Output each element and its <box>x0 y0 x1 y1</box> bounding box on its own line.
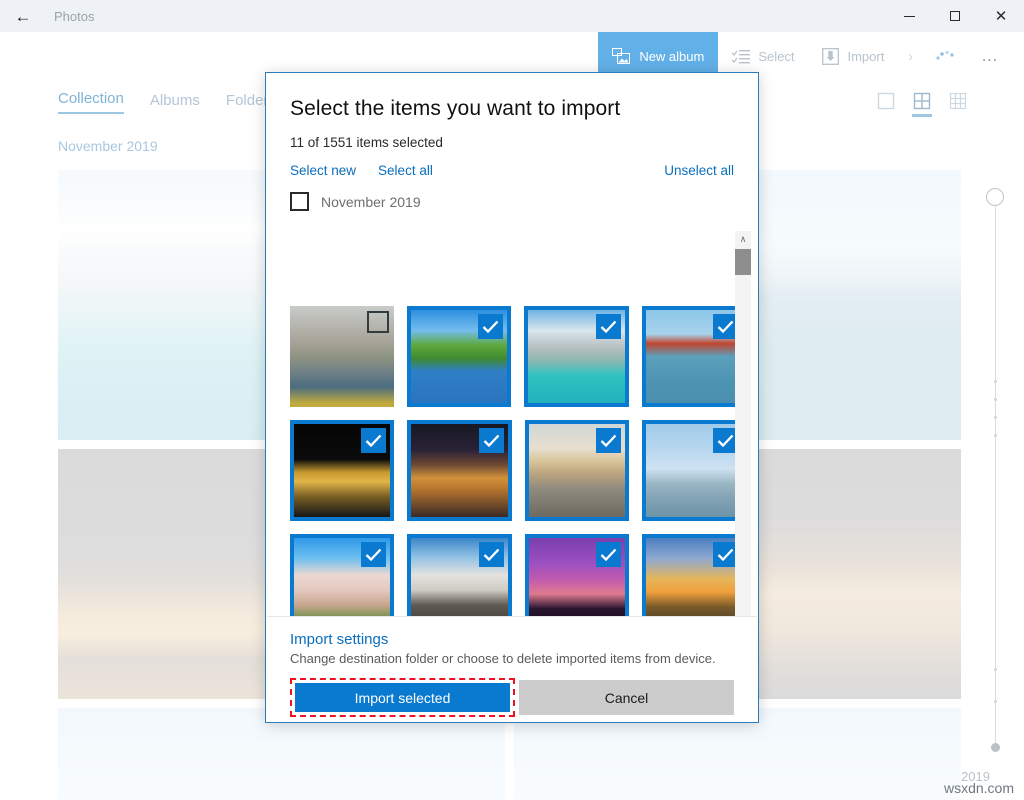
timeline-end-dot[interactable] <box>991 743 1000 752</box>
selection-count: 11 of 1551 items selected <box>290 135 734 150</box>
timeline-track <box>995 194 996 748</box>
thumb-checkbox-checked[interactable] <box>596 542 621 567</box>
scrollbar-thumb[interactable] <box>735 249 751 275</box>
view-small-button[interactable] <box>947 92 969 117</box>
thumb-checkbox-checked[interactable] <box>478 314 503 339</box>
import-label: Import <box>847 49 884 64</box>
collection-date-header: November 2019 <box>58 138 158 154</box>
import-selected-button[interactable]: Import selected <box>295 683 510 712</box>
new-album-icon <box>612 48 631 65</box>
thumb-river-sunset[interactable] <box>525 420 629 521</box>
minimize-icon[interactable] <box>886 0 932 32</box>
new-album-label: New album <box>639 49 704 64</box>
sync-spinner-icon <box>923 49 967 63</box>
app-title: Photos <box>54 9 94 24</box>
import-selected-annotation: Import selected <box>290 678 515 717</box>
thumb-turquoise-bay[interactable] <box>524 306 628 407</box>
select-label: Select <box>758 49 794 64</box>
dialog-button-row: Import selected Cancel <box>290 678 734 717</box>
dialog-title: Select the items you want to import <box>290 97 734 121</box>
thumb-checkbox-checked[interactable] <box>479 542 504 567</box>
dialog-footer: Import settings Change destination folde… <box>267 616 757 721</box>
thumb-paris-hotel-night[interactable] <box>290 420 394 521</box>
view-large-button[interactable] <box>875 92 897 117</box>
import-dialog: Select the items you want to import 11 o… <box>265 72 759 723</box>
timeline-handle[interactable] <box>986 188 1004 206</box>
tab-albums[interactable]: Albums <box>150 92 200 114</box>
dialog-header: Select the items you want to import 11 o… <box>266 73 758 178</box>
overflow-menu-button[interactable]: … <box>967 46 1014 66</box>
window-controls: ✕ <box>886 0 1024 32</box>
timeline-tick <box>994 398 997 401</box>
import-icon <box>822 48 839 65</box>
thumb-lake-hillside[interactable] <box>407 306 511 407</box>
thumb-checkbox-checked[interactable] <box>596 428 621 453</box>
import-settings-link[interactable]: Import settings <box>290 631 734 648</box>
timeline-tick <box>994 416 997 419</box>
thumb-checkbox-checked[interactable] <box>361 428 386 453</box>
group-label: November 2019 <box>321 194 421 210</box>
thumb-checkbox-checked[interactable] <box>596 314 621 339</box>
chevron-right-icon[interactable]: › <box>898 48 923 64</box>
back-arrow-icon[interactable]: ← <box>0 0 46 32</box>
nav-tabs: Collection Albums Folders <box>58 90 276 114</box>
cancel-button[interactable]: Cancel <box>519 680 734 715</box>
view-medium-button[interactable] <box>911 92 933 117</box>
import-button[interactable]: Import <box>808 32 898 80</box>
select-new-link[interactable]: Select new <box>290 163 356 178</box>
thumbnail-row <box>290 306 746 407</box>
timeline-tick <box>994 380 997 383</box>
timeline-tick <box>994 700 997 703</box>
thumb-checkbox-checked[interactable] <box>361 542 386 567</box>
thumb-vegas-strip-night[interactable] <box>407 420 511 521</box>
maximize-icon[interactable] <box>932 0 978 32</box>
thumb-golden-gate-bridge[interactable] <box>642 306 746 407</box>
view-mode-switcher <box>875 92 969 117</box>
tab-collection[interactable]: Collection <box>58 90 124 114</box>
photos-app-window: ← Photos ✕ New album <box>0 0 1024 800</box>
timeline-tick <box>994 668 997 671</box>
unselect-all-link[interactable]: Unselect all <box>664 163 734 178</box>
timeline-tick <box>994 434 997 437</box>
scroll-up-icon[interactable]: ∧ <box>735 231 751 247</box>
select-all-link[interactable]: Select all <box>378 163 433 178</box>
title-bar: ← Photos ✕ <box>0 0 1024 32</box>
watermark: wsxdn.com <box>944 780 1014 796</box>
group-header-november-2019[interactable]: November 2019 <box>266 178 758 211</box>
thumb-village-river[interactable] <box>290 306 394 407</box>
group-checkbox[interactable] <box>290 192 309 211</box>
import-settings-description: Change destination folder or choose to d… <box>290 651 734 666</box>
thumb-checkbox-unchecked[interactable] <box>367 311 389 333</box>
thumbnail-row <box>290 420 746 521</box>
select-icon <box>732 49 750 64</box>
thumb-checkbox-checked[interactable] <box>479 428 504 453</box>
close-icon[interactable]: ✕ <box>978 0 1024 32</box>
timeline-scrollbar[interactable] <box>980 180 1010 770</box>
selection-links: Select new Select all Unselect all <box>290 163 734 178</box>
thumb-seine-riverbank[interactable] <box>642 420 746 521</box>
